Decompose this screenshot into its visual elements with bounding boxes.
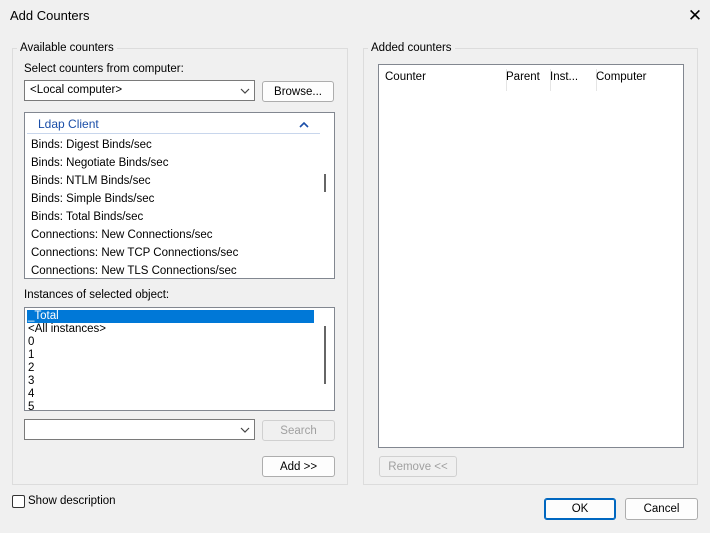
instance-item[interactable]: <All instances> (28, 323, 106, 336)
ok-button[interactable]: OK (544, 498, 616, 520)
available-counters-label: Available counters (17, 42, 117, 54)
column-header-counter[interactable]: Counter (379, 69, 507, 91)
remove-button[interactable]: Remove << (379, 456, 457, 477)
counter-item[interactable]: Connections: New Connections/sec (31, 229, 213, 241)
counter-item[interactable]: Binds: Total Binds/sec (31, 211, 143, 223)
counter-item[interactable]: Binds: Digest Binds/sec (31, 139, 152, 151)
computer-combobox-value: <Local computer> (30, 84, 123, 96)
window-title: Add Counters (10, 8, 90, 23)
search-button[interactable]: Search (262, 420, 335, 441)
instance-item[interactable]: 3 (28, 375, 34, 388)
instances-listbox[interactable]: _Total <All instances> 0 1 2 3 4 5 (24, 307, 335, 411)
instance-item[interactable]: 2 (28, 362, 34, 375)
instances-label: Instances of selected object: (24, 289, 170, 301)
counter-listbox[interactable]: Ldap Client Binds: Digest Binds/sec Bind… (24, 112, 335, 279)
counter-item[interactable]: Binds: Negotiate Binds/sec (31, 157, 168, 169)
column-header-computer[interactable]: Computer (590, 69, 683, 91)
instance-item-selected[interactable]: _Total (27, 310, 314, 323)
search-combobox[interactable] (24, 419, 255, 440)
computer-combobox[interactable]: <Local computer> (24, 80, 255, 101)
show-description-label[interactable]: Show description (28, 495, 116, 507)
chevron-down-icon (240, 420, 250, 439)
added-counters-table[interactable]: Counter Parent Inst... Computer (378, 64, 684, 448)
instance-item[interactable]: 5 (28, 401, 34, 410)
browse-button[interactable]: Browse... (262, 81, 334, 102)
object-header[interactable]: Ldap Client (38, 117, 99, 131)
counter-item[interactable]: Binds: Simple Binds/sec (31, 193, 154, 205)
counter-item[interactable]: Connections: New TLS Connections/sec (31, 265, 237, 277)
instance-item[interactable]: 1 (28, 349, 34, 362)
counter-item[interactable]: Binds: NTLM Binds/sec (31, 175, 151, 187)
chevron-up-icon[interactable] (299, 119, 309, 131)
counter-scrollbar-thumb[interactable] (324, 174, 326, 192)
title-bar (0, 0, 710, 32)
instances-scrollbar-thumb[interactable] (324, 326, 326, 384)
instance-item[interactable]: 4 (28, 388, 34, 401)
chevron-down-icon (240, 81, 250, 100)
instance-item[interactable]: 0 (28, 336, 34, 349)
cancel-button[interactable]: Cancel (625, 498, 698, 520)
added-counters-label: Added counters (368, 42, 455, 54)
counter-item[interactable]: Connections: New TCP Connections/sec (31, 247, 238, 259)
show-description-checkbox[interactable] (12, 495, 25, 508)
computer-select-label: Select counters from computer: (24, 63, 184, 75)
close-icon[interactable]: ✕ (684, 5, 706, 27)
add-button[interactable]: Add >> (262, 456, 335, 477)
object-header-divider (27, 133, 320, 134)
